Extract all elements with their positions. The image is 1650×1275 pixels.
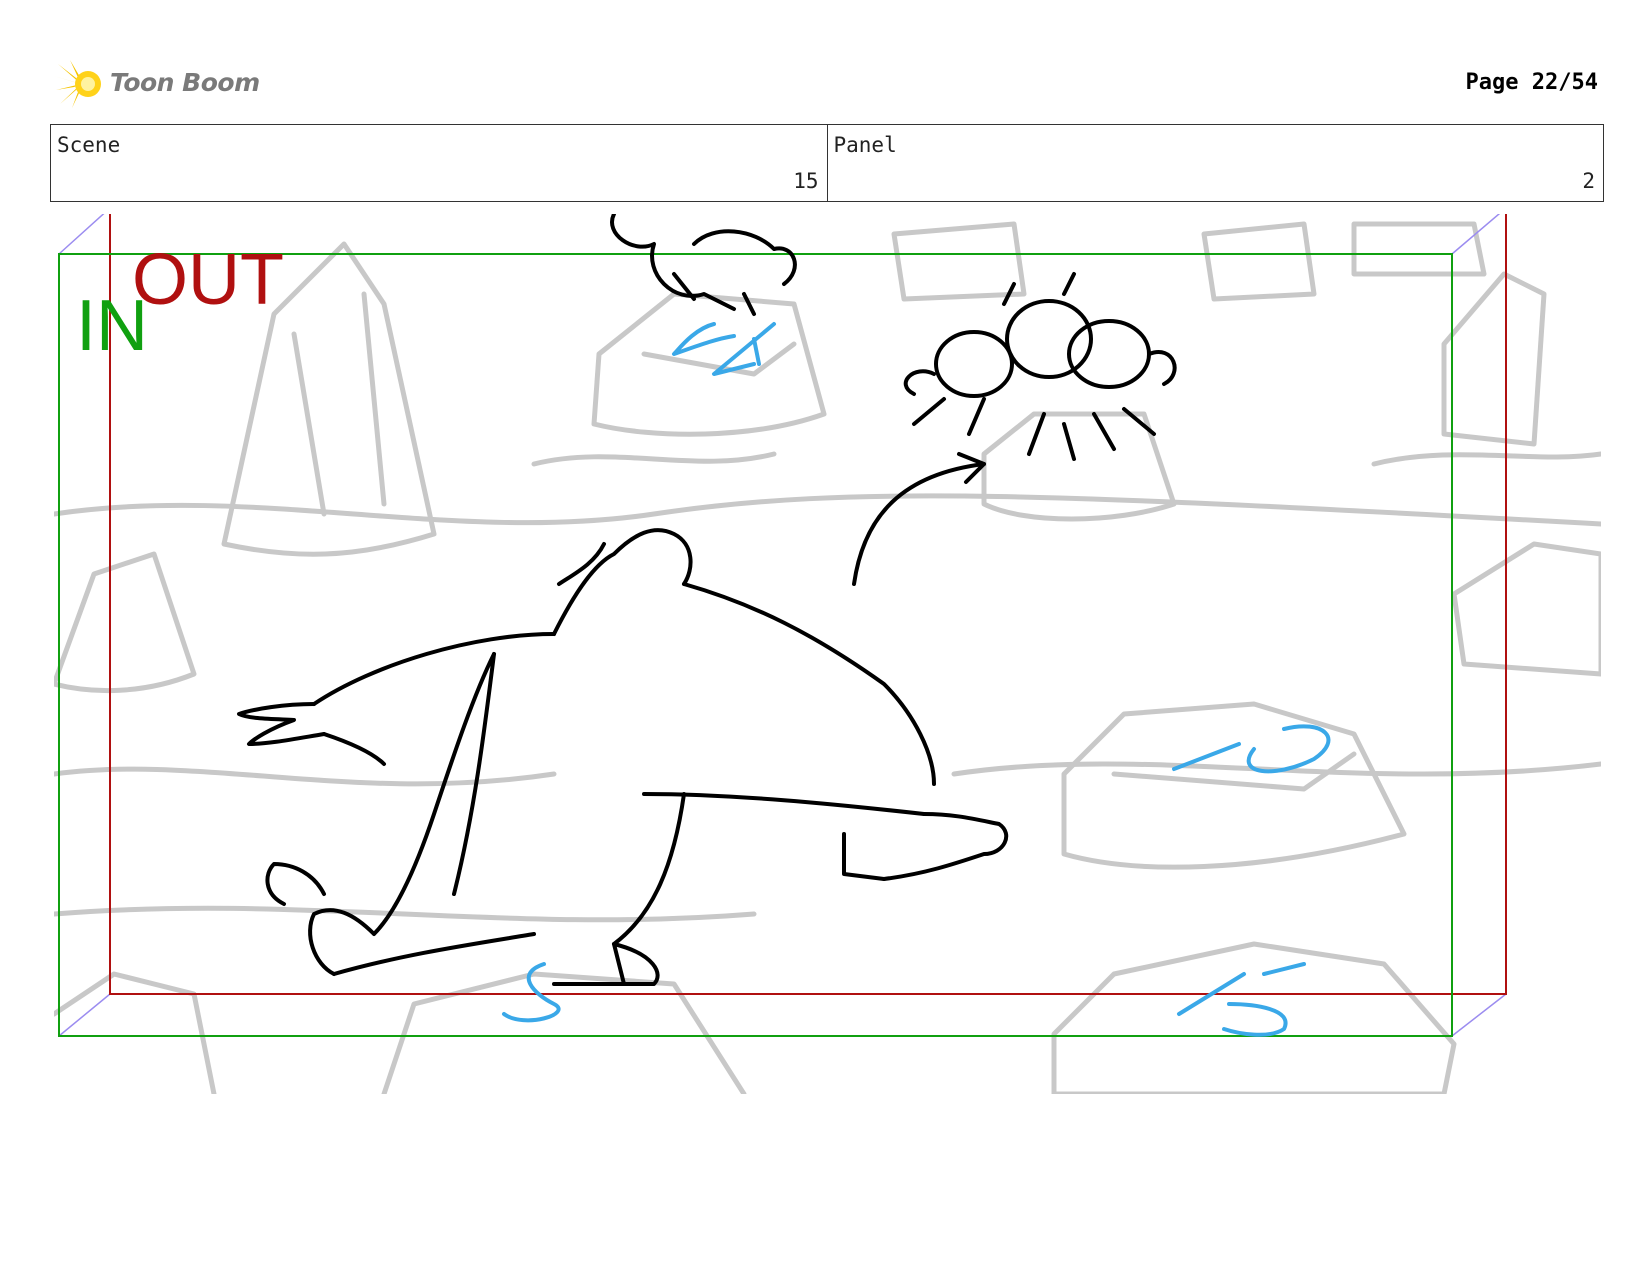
scene-label: Scene	[57, 133, 121, 157]
panel-cell: Panel 2	[826, 125, 1604, 201]
scene-number: 15	[793, 169, 819, 193]
storyboard-panel: OUT IN	[54, 214, 1601, 1094]
camera-path-lines	[58, 214, 1507, 1037]
scene-cell: Scene 15	[51, 125, 827, 201]
logo-text: Toon Boom	[110, 68, 260, 97]
starburst-icon	[54, 60, 101, 108]
toon-boom-logo: Toon Boom	[54, 58, 264, 110]
out-frame	[109, 214, 1507, 995]
page-number: Page 22/54	[1465, 70, 1598, 95]
background-sketch	[54, 221, 1601, 1094]
panel-drawing	[54, 214, 1601, 1094]
panel-number: 2	[1582, 169, 1595, 193]
scene-panel-info: Scene 15 Panel 2	[50, 124, 1604, 202]
out-frame-label: OUT	[132, 240, 284, 320]
panel-label: Panel	[833, 133, 897, 157]
in-frame-label: IN	[76, 286, 148, 366]
